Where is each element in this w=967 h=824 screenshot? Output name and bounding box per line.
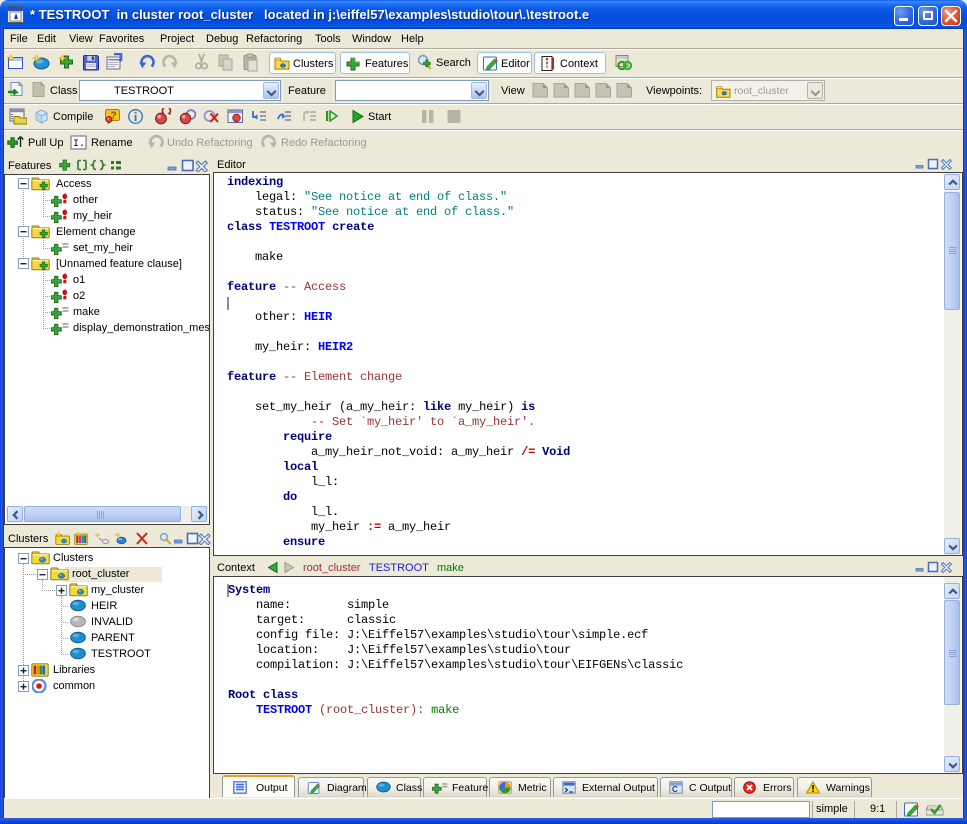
svg-text:C: C <box>672 785 678 794</box>
svg-text:I..: I.. <box>73 139 87 150</box>
